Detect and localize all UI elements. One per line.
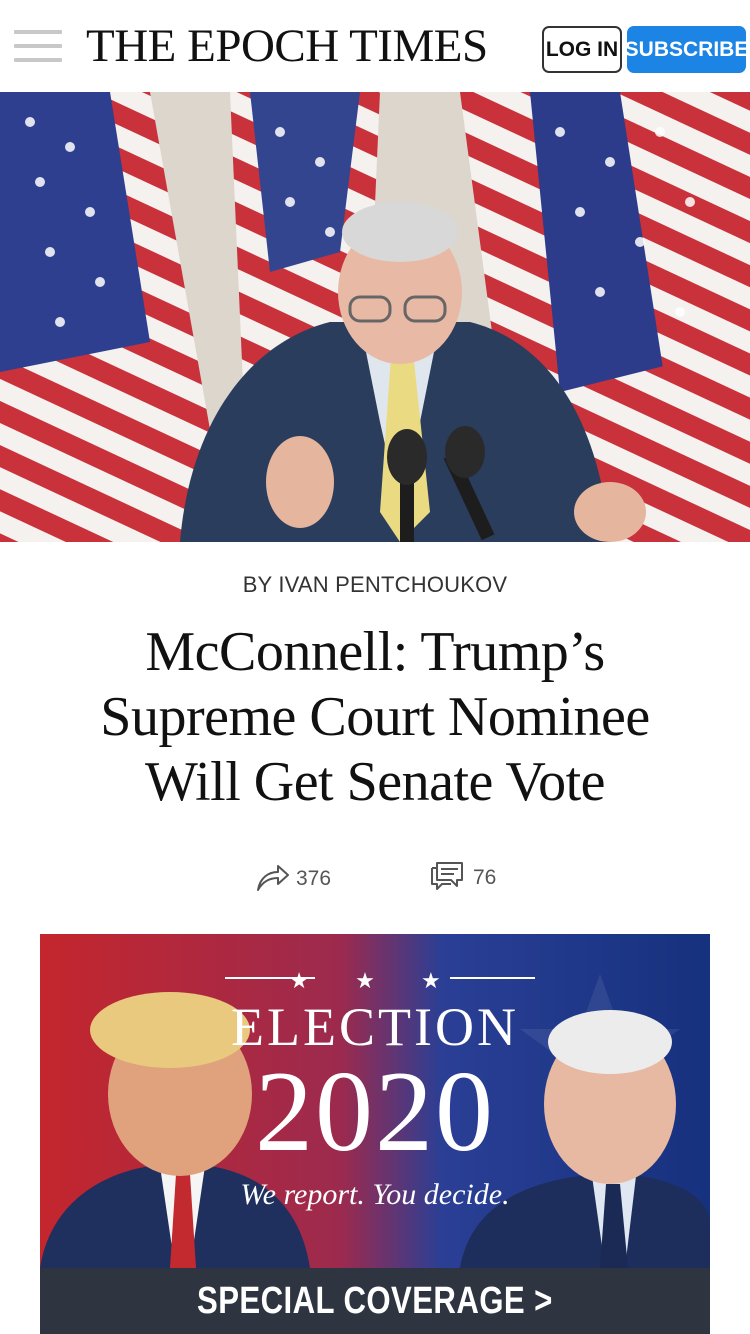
share-button[interactable]: 376 [254, 858, 331, 899]
banner-tagline: We report. You decide. [240, 1178, 510, 1211]
article-headline: McConnell: Trump’s Supreme Court Nominee… [100, 621, 650, 813]
menu-icon[interactable] [14, 30, 62, 64]
special-coverage-label: SPECIAL COVERAGE > [197, 1279, 553, 1322]
election-banner[interactable]: ★ ★ ★ ELECTION 2020 We report. You decid… [40, 934, 710, 1334]
special-coverage-button[interactable]: SPECIAL COVERAGE > [40, 1268, 710, 1334]
comments-button[interactable]: 76 [429, 858, 496, 897]
article-byline[interactable]: BY IVAN PENTCHOUKOV [0, 572, 750, 598]
site-logo[interactable]: THE EPOCH TIMES [86, 20, 488, 72]
hero-image [0, 92, 750, 542]
comment-count: 76 [473, 865, 497, 889]
comment-icon [429, 858, 467, 897]
article-stats: 376 76 [0, 856, 750, 900]
share-count: 376 [296, 866, 332, 890]
banner-stars: ★ ★ ★ [289, 968, 461, 993]
site-header: THE EPOCH TIMES LOG IN SUBSCRIBE [0, 0, 750, 92]
login-button[interactable]: LOG IN [542, 26, 622, 73]
banner-year: 2020 [255, 1048, 495, 1176]
subscribe-button[interactable]: SUBSCRIBE [625, 26, 748, 73]
share-arrow-icon [254, 858, 290, 899]
